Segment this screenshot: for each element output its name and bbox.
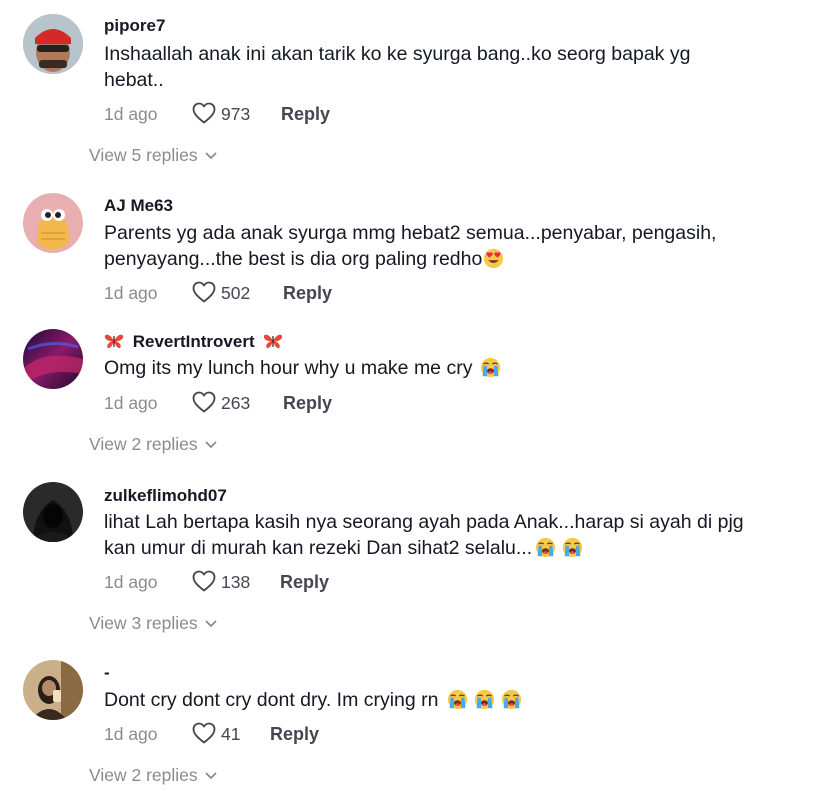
heart-outline-icon[interactable] (192, 570, 216, 592)
chevron-down-icon (205, 441, 217, 449)
comment-text-content: Parents yg ada anak syurga mmg hebat2 se… (104, 222, 717, 270)
avatar[interactable] (23, 482, 83, 542)
like-count: 263 (221, 393, 251, 413)
timestamp: 1d ago (104, 724, 158, 744)
avatar[interactable] (23, 329, 83, 389)
comment-meta: 1d ago 41 Reply (104, 722, 604, 746)
username[interactable]: pipore7 (104, 16, 165, 36)
like-count: 502 (221, 283, 251, 303)
heart-outline-icon[interactable] (192, 281, 216, 303)
avatar[interactable] (23, 14, 83, 74)
username[interactable]: zulkeflimohd07 (104, 486, 227, 506)
comment-text-content: Dont cry dont cry dont dry. Im crying rn (104, 689, 439, 711)
comment-text: Inshaallah anak ini akan tarik ko ke syu… (104, 43, 691, 91)
timestamp: 1d ago (104, 283, 158, 303)
heart-outline-icon[interactable] (192, 391, 216, 413)
chevron-down-icon (205, 152, 217, 160)
view-replies-button[interactable]: View 5 replies (89, 145, 217, 166)
butterfly-emoji (263, 333, 283, 349)
username-text: RevertIntrovert (132, 332, 255, 351)
heart-outline-icon[interactable] (192, 102, 216, 124)
reply-button[interactable]: Reply (270, 724, 319, 745)
butterfly-emoji (104, 333, 124, 349)
username[interactable]: AJ Me63 (104, 196, 173, 216)
avatar[interactable] (23, 193, 83, 253)
chevron-down-icon (205, 620, 217, 628)
like-count: 973 (221, 104, 251, 124)
loudly-crying-emoji (501, 689, 522, 710)
timestamp: 1d ago (104, 104, 158, 124)
chevron-down-icon (205, 772, 217, 780)
comment-text-content: Omg its my lunch hour why u make me cry (104, 357, 473, 379)
view-replies-button[interactable]: View 2 replies (89, 434, 217, 455)
loudly-crying-emoji (474, 689, 495, 710)
reply-button[interactable]: Reply (283, 393, 332, 414)
reply-button[interactable]: Reply (283, 283, 332, 304)
loudly-crying-emoji (447, 689, 468, 710)
heart-outline-icon[interactable] (192, 722, 216, 744)
comment-text: lihat Lah bertapa kasih nya seorang ayah… (104, 509, 754, 561)
heart-eyes-emoji (483, 248, 504, 269)
view-replies-label: View 2 replies (89, 434, 198, 454)
comment-meta: 1d ago 502 Reply (104, 281, 604, 305)
reply-button[interactable]: Reply (281, 104, 330, 125)
username[interactable]: RevertIntrovert (104, 332, 283, 352)
comment-text: Omg its my lunch hour why u make me cry (104, 355, 754, 381)
comment-text: Dont cry dont cry dont dry. Im crying rn (104, 687, 754, 713)
like-count: 138 (221, 572, 251, 592)
comment-text: Parents yg ada anak syurga mmg hebat2 se… (104, 220, 754, 272)
view-replies-button[interactable]: View 3 replies (89, 613, 217, 634)
like-count: 41 (221, 724, 241, 744)
view-replies-button[interactable]: View 2 replies (89, 765, 217, 786)
reply-button[interactable]: Reply (280, 572, 329, 593)
timestamp: 1d ago (104, 393, 158, 413)
loudly-crying-emoji (535, 537, 556, 558)
view-replies-label: View 5 replies (89, 145, 198, 165)
comment-text-content: lihat Lah bertapa kasih nya seorang ayah… (104, 511, 744, 559)
loudly-crying-emoji (562, 537, 583, 558)
timestamp: 1d ago (104, 572, 158, 592)
comment-meta: 1d ago 263 Reply (104, 391, 604, 415)
comment-meta: 1d ago 973 Reply (104, 102, 604, 126)
username[interactable]: - (104, 663, 110, 683)
avatar[interactable] (23, 660, 83, 720)
view-replies-label: View 2 replies (89, 765, 198, 785)
comment-meta: 1d ago 138 Reply (104, 570, 604, 594)
view-replies-label: View 3 replies (89, 613, 198, 633)
loudly-crying-emoji (480, 357, 501, 378)
